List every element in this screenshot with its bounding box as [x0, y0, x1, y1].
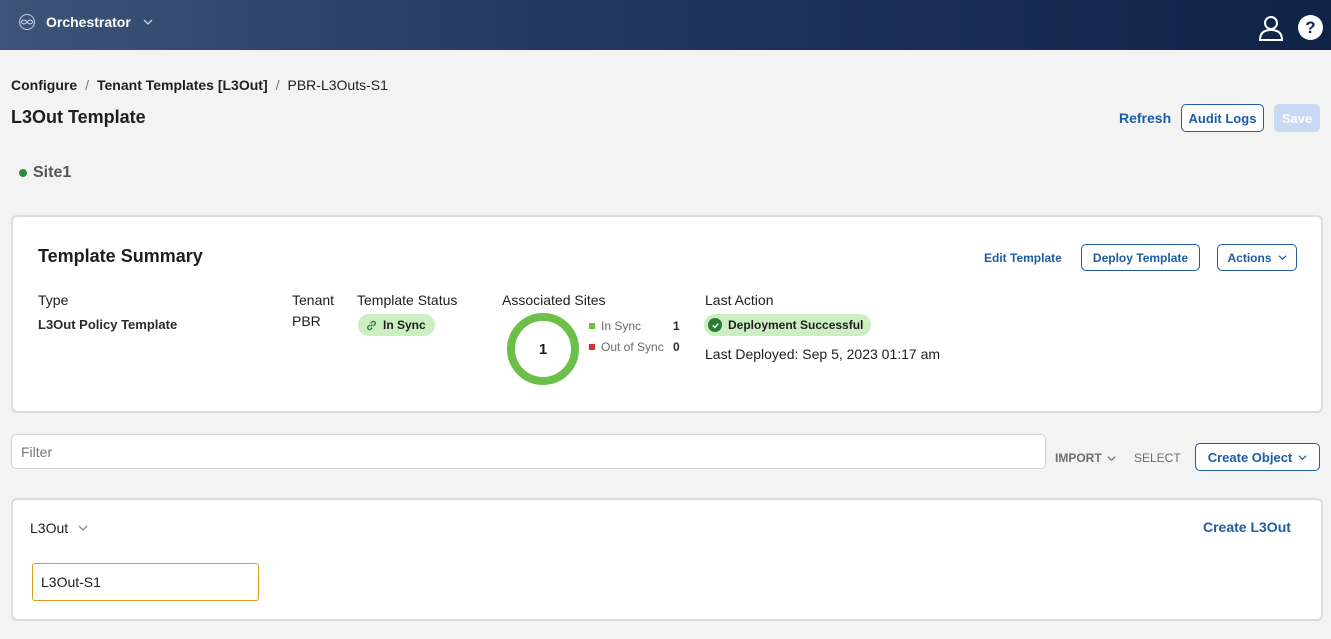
template-status-badge: In Sync — [358, 314, 435, 336]
deploy-template-button[interactable]: Deploy Template — [1081, 244, 1200, 271]
template-status-value: In Sync — [383, 318, 426, 332]
associated-sites-label: Associated Sites — [502, 292, 606, 308]
check-circle-icon — [708, 318, 722, 332]
save-button[interactable]: Save — [1274, 104, 1320, 132]
filter-input[interactable] — [11, 434, 1046, 469]
l3out-item[interactable]: L3Out-S1 — [32, 563, 259, 601]
import-label: IMPORT — [1055, 451, 1102, 465]
l3out-section-toggle[interactable]: L3Out — [30, 520, 88, 536]
import-dropdown[interactable]: IMPORT — [1055, 451, 1116, 465]
orchestrator-logo-icon — [19, 14, 35, 30]
l3out-section-card: L3Out Create L3Out L3Out-S1 — [11, 498, 1323, 621]
refresh-button[interactable]: Refresh — [1119, 110, 1171, 126]
legend-swatch-red — [589, 344, 595, 350]
breadcrumb: Configure / Tenant Templates [L3Out] / P… — [11, 77, 388, 93]
breadcrumb-current: PBR-L3Outs-S1 — [287, 77, 388, 93]
legend-count-out-of-sync: 0 — [673, 340, 680, 354]
top-navigation-bar: Orchestrator ? — [0, 0, 1331, 50]
link-icon — [367, 320, 376, 330]
app-switcher[interactable]: Orchestrator — [18, 13, 153, 31]
edit-template-button[interactable]: Edit Template — [984, 251, 1062, 265]
chevron-down-icon — [1298, 454, 1307, 460]
legend-out-of-sync: Out of Sync — [589, 340, 664, 354]
create-object-dropdown[interactable]: Create Object — [1195, 443, 1320, 471]
last-action-badge: Deployment Successful — [704, 314, 872, 336]
tenant-value: PBR — [292, 313, 321, 329]
last-action-value: Deployment Successful — [728, 318, 864, 332]
last-action-label: Last Action — [705, 292, 774, 308]
help-icon[interactable]: ? — [1298, 15, 1323, 40]
legend-swatch-green — [589, 323, 595, 329]
actions-label: Actions — [1227, 250, 1272, 265]
user-profile-icon[interactable] — [1258, 15, 1284, 41]
legend-in-sync: In Sync — [589, 319, 641, 333]
chevron-down-icon — [78, 525, 88, 531]
page-title: L3Out Template — [11, 107, 146, 127]
legend-count-in-sync: 1 — [673, 319, 680, 333]
breadcrumb-separator: / — [275, 77, 280, 93]
chevron-down-icon — [1107, 455, 1116, 461]
breadcrumb-configure[interactable]: Configure — [11, 77, 77, 93]
site-tab[interactable]: Site1 — [19, 164, 71, 182]
associated-sites-total: 1 — [538, 340, 548, 358]
summary-title: Template Summary — [38, 246, 203, 266]
create-object-label: Create Object — [1207, 449, 1293, 465]
legend-label: In Sync — [601, 319, 642, 333]
actions-dropdown[interactable]: Actions — [1217, 244, 1297, 271]
template-status-label: Template Status — [357, 292, 458, 308]
site-name: Site1 — [33, 164, 72, 181]
l3out-section-label: L3Out — [30, 520, 69, 536]
chevron-down-icon — [1277, 255, 1287, 261]
type-label: Type — [38, 292, 69, 308]
chevron-down-icon — [143, 19, 153, 25]
select-button[interactable]: SELECT — [1134, 451, 1181, 465]
site-status-dot — [19, 169, 27, 177]
template-summary-card: Template Summary Edit Template Deploy Te… — [11, 215, 1323, 413]
type-value: L3Out Policy Template — [38, 317, 178, 332]
breadcrumb-separator: / — [85, 77, 89, 93]
tenant-label: Tenant — [292, 292, 335, 308]
breadcrumb-tenant-templates[interactable]: Tenant Templates [L3Out] — [97, 77, 268, 93]
app-name: Orchestrator — [46, 14, 131, 30]
legend-label: Out of Sync — [601, 340, 664, 354]
last-deployed-text: Last Deployed: Sep 5, 2023 01:17 am — [705, 346, 941, 362]
audit-logs-button[interactable]: Audit Logs — [1181, 104, 1264, 132]
create-l3out-button[interactable]: Create L3Out — [1203, 519, 1291, 535]
